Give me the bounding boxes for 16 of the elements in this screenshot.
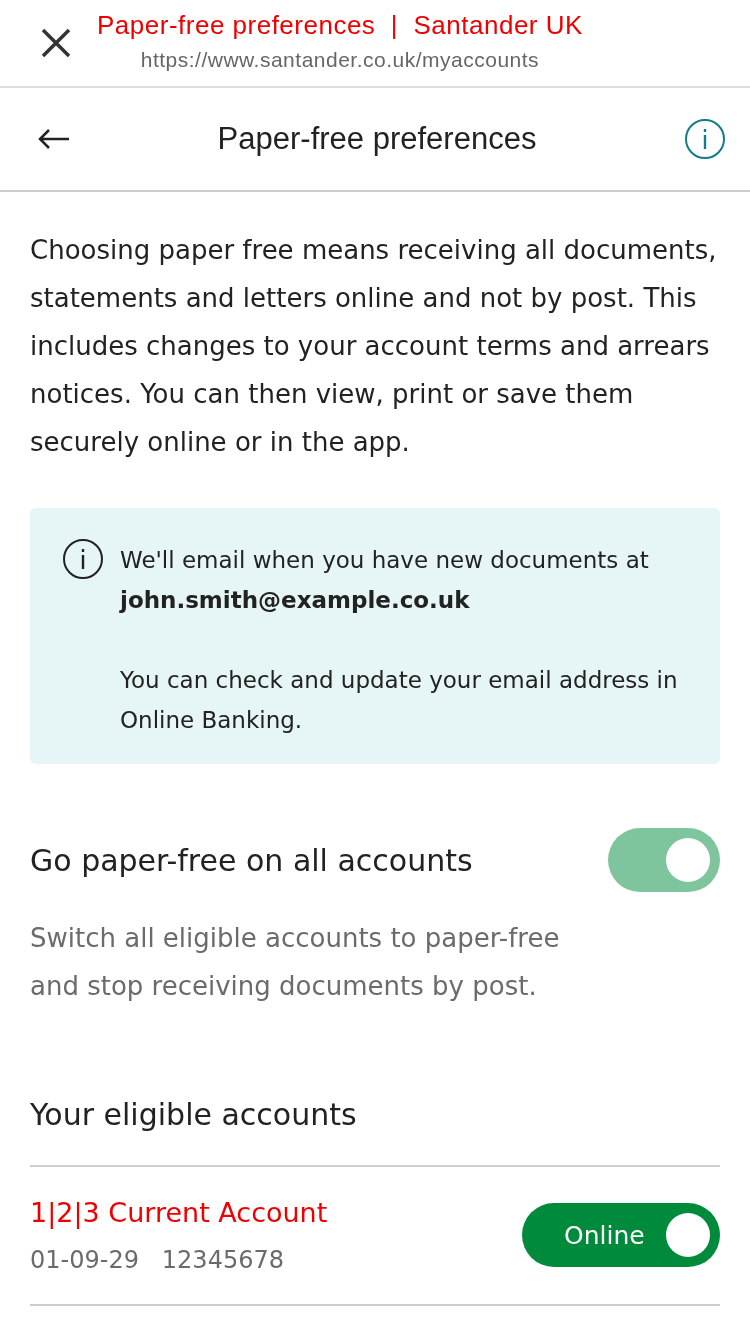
toggle-description: Switch all eligible accounts to paper-free and stop receiving documents by post. — [29, 922, 561, 1003]
intro-paragraph: Choosing paper free means receiving all documents, statements and letters online and not by post. This includes changes to your account terms and arrears notices. You can then view, print or save them securely online or in the app. — [29, 234, 718, 459]
page-url: https://www.santander.co.uk/myaccounts — [140, 47, 540, 74]
info-text: You can check and update your email address in Online Banking. — [120, 666, 679, 735]
toggle-label: Go paper-free on all accounts — [30, 841, 473, 880]
info-text: We'll email when you have new documents at john.smith@example.co.uk — [120, 546, 650, 615]
back-arrow-icon[interactable] — [38, 129, 70, 149]
online-toggle[interactable]: Online — [522, 1203, 720, 1268]
close-icon[interactable] — [41, 28, 71, 58]
account-number: 01-09-29 12345678 — [30, 1244, 285, 1276]
info-icon — [62, 538, 104, 580]
screen-title: Paper-free preferences — [217, 119, 537, 158]
page-title: Paper-free preferences | Santander UK — [97, 10, 583, 41]
info-icon[interactable] — [684, 118, 726, 160]
section-heading: Your eligible accounts — [29, 1096, 358, 1134]
account-name[interactable]: 1|2|3 Current Account — [30, 1193, 328, 1234]
